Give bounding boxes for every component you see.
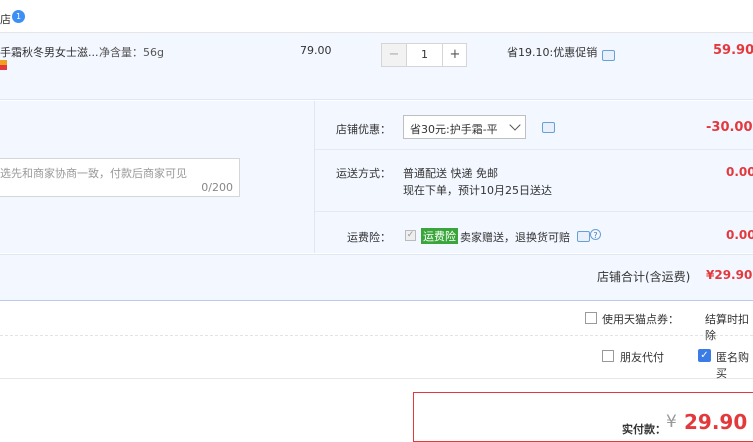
chat-icon[interactable] [577, 231, 590, 242]
qty-plus-button[interactable]: + [442, 44, 467, 66]
tmall-points-row: 使用天猫点券： 结算时扣除 [0, 300, 753, 342]
seller-note-counter: 0/200 [201, 181, 233, 194]
pay-currency: ¥ [666, 412, 677, 432]
item-spec: 净含量：56g [99, 46, 164, 59]
insurance-desc: 卖家赠送，退换货可赔 [460, 231, 570, 244]
qty-input[interactable]: 1 [407, 44, 442, 66]
pay-amount: 29.90 [684, 410, 748, 434]
shipping-eta: 现在下单，预计10月25日送达 [403, 184, 552, 197]
pay-label: 实付款： [622, 423, 666, 436]
promo-text: 省19.10:优惠促销 [507, 46, 598, 59]
seller-note-field[interactable]: 选先和商家协商一致，付款后商家可见 0/200 [0, 158, 240, 197]
shop-header: 店 1 [0, 0, 753, 33]
item-row: 手霜秋冬男女士滋... 净含量：56g 79.00 − 1 + 省19.10:优… [0, 33, 753, 100]
dropdown-chevron-icon [509, 119, 521, 131]
notification-badge: 1 [12, 10, 25, 23]
extra-options-row: 朋友代付 ✓ 匿名购买 [0, 336, 753, 380]
anonymous-label: 匿名购买 [716, 351, 749, 380]
subtotal-amount: ¥29.90 [706, 268, 753, 282]
qty-minus-button[interactable]: − [382, 44, 407, 66]
insurance-amount: 0.00 [726, 228, 753, 242]
shipping-amount: 0.00 [726, 165, 753, 179]
anonymous-checkbox-icon[interactable]: ✓ [698, 349, 711, 362]
shipping-method: 普通配送 快递 免邮 [403, 167, 498, 180]
coupon-label: 店铺优惠： [336, 123, 391, 136]
item-total: 59.90 [713, 43, 753, 58]
insurance-checkbox-icon: ✓ [405, 230, 416, 241]
insurance-badge: 运费险 [421, 228, 458, 244]
tmall-points-label: 使用天猫点券： [602, 313, 679, 326]
subtotal-bar: 店铺合计(含运费) ¥29.90 [0, 254, 753, 301]
shop-name[interactable]: 店 [0, 11, 11, 27]
insurance-label: 运费险： [347, 231, 391, 244]
seller-note-placeholder: 选先和商家协商一致，付款后商家可见 [0, 167, 187, 180]
subtotal-label: 店铺合计(含运费) [597, 270, 691, 284]
chat-icon[interactable] [602, 50, 615, 61]
row-divider [315, 149, 753, 150]
item-price: 79.00 [300, 44, 332, 57]
right-panel: 店铺优惠： 省30元:护手霜-平 -30.00 运送方式： 普通配送 快递 免邮… [315, 101, 753, 253]
tmall-points-checkbox-icon[interactable] [585, 312, 597, 324]
coupon-amount: -30.00 [706, 120, 753, 135]
coupon-select-value: 省30元:护手霜-平 [410, 123, 498, 136]
item-tag-icon [0, 60, 7, 70]
friend-pay-checkbox-icon[interactable] [602, 350, 614, 362]
shipping-label: 运送方式： [336, 167, 391, 180]
note-panel: 选先和商家协商一致，付款后商家可见 0/200 [0, 101, 314, 253]
chat-icon[interactable] [542, 122, 555, 133]
item-title[interactable]: 手霜秋冬男女士滋... [0, 44, 99, 60]
quantity-stepper: − 1 + [381, 43, 467, 67]
friend-pay-label: 朋友代付 [620, 351, 664, 364]
row-divider [315, 211, 753, 212]
payment-box: 实付款： ¥ 29.90 [413, 392, 753, 442]
coupon-select[interactable]: 省30元:护手霜-平 [403, 115, 526, 139]
help-icon[interactable]: ? [590, 229, 601, 240]
